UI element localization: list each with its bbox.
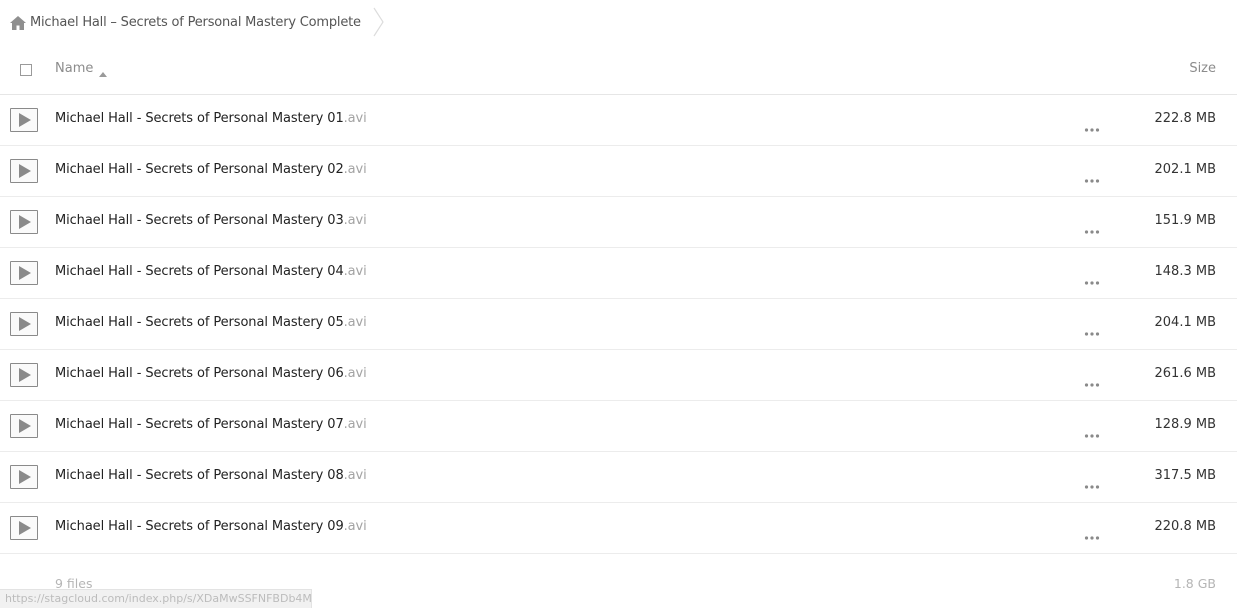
more-actions-icon[interactable] — [1084, 373, 1100, 387]
file-name[interactable]: Michael Hall - Secrets of Personal Maste… — [55, 315, 367, 330]
video-play-icon[interactable] — [10, 516, 38, 540]
file-name[interactable]: Michael Hall - Secrets of Personal Maste… — [55, 519, 367, 534]
file-extension[interactable]: .avi — [344, 519, 367, 534]
file-row[interactable]: Michael Hall - Secrets of Personal Maste… — [0, 503, 1237, 554]
file-row[interactable]: Michael Hall - Secrets of Personal Maste… — [0, 452, 1237, 503]
file-size: 261.6 MB — [1154, 366, 1216, 381]
file-name-base[interactable]: Michael Hall - Secrets of Personal Maste… — [55, 315, 344, 330]
breadcrumb-separator-icon — [373, 6, 385, 38]
file-name-base[interactable]: Michael Hall - Secrets of Personal Maste… — [55, 264, 344, 279]
file-name[interactable]: Michael Hall - Secrets of Personal Maste… — [55, 213, 367, 228]
file-row[interactable]: Michael Hall - Secrets of Personal Maste… — [0, 299, 1237, 350]
file-extension[interactable]: .avi — [344, 162, 367, 177]
more-actions-icon[interactable] — [1084, 322, 1100, 336]
more-actions-icon[interactable] — [1084, 475, 1100, 489]
file-extension[interactable]: .avi — [344, 366, 367, 381]
breadcrumb: Michael Hall – Secrets of Personal Maste… — [0, 0, 1237, 44]
file-name[interactable]: Michael Hall - Secrets of Personal Maste… — [55, 111, 367, 126]
video-play-icon[interactable] — [10, 465, 38, 489]
home-icon[interactable] — [10, 15, 26, 30]
video-play-icon[interactable] — [10, 414, 38, 438]
file-row[interactable]: Michael Hall - Secrets of Personal Maste… — [0, 248, 1237, 299]
file-row[interactable]: Michael Hall - Secrets of Personal Maste… — [0, 197, 1237, 248]
video-play-icon[interactable] — [10, 261, 38, 285]
file-size: 317.5 MB — [1154, 468, 1216, 483]
file-list: Michael Hall - Secrets of Personal Maste… — [0, 95, 1237, 554]
breadcrumb-folder[interactable]: Michael Hall – Secrets of Personal Maste… — [0, 0, 361, 44]
select-all-checkbox[interactable] — [20, 64, 32, 76]
file-extension[interactable]: .avi — [344, 468, 367, 483]
file-name-base[interactable]: Michael Hall - Secrets of Personal Maste… — [55, 366, 344, 381]
status-bar-url: https://stagcloud.com/index.php/s/XDaMwS… — [0, 589, 312, 608]
file-share-page: Michael Hall – Secrets of Personal Maste… — [0, 0, 1237, 608]
file-size: 202.1 MB — [1154, 162, 1216, 177]
file-size: 148.3 MB — [1154, 264, 1216, 279]
file-extension[interactable]: .avi — [344, 315, 367, 330]
file-extension[interactable]: .avi — [344, 417, 367, 432]
file-extension[interactable]: .avi — [344, 213, 367, 228]
more-actions-icon[interactable] — [1084, 118, 1100, 132]
file-size: 128.9 MB — [1154, 417, 1216, 432]
file-size: 204.1 MB — [1154, 315, 1216, 330]
more-actions-icon[interactable] — [1084, 169, 1100, 183]
file-name[interactable]: Michael Hall - Secrets of Personal Maste… — [55, 264, 367, 279]
file-size: 222.8 MB — [1154, 111, 1216, 126]
file-name-base[interactable]: Michael Hall - Secrets of Personal Maste… — [55, 111, 344, 126]
file-name[interactable]: Michael Hall - Secrets of Personal Maste… — [55, 366, 367, 381]
summary-total-size: 1.8 GB — [1173, 576, 1216, 591]
column-header-name[interactable]: Name — [55, 61, 108, 77]
column-header-size[interactable]: Size — [1189, 61, 1216, 76]
more-actions-icon[interactable] — [1084, 220, 1100, 234]
video-play-icon[interactable] — [10, 108, 38, 132]
more-actions-icon[interactable] — [1084, 271, 1100, 285]
file-row[interactable]: Michael Hall - Secrets of Personal Maste… — [0, 401, 1237, 452]
file-name-base[interactable]: Michael Hall - Secrets of Personal Maste… — [55, 213, 344, 228]
file-name[interactable]: Michael Hall - Secrets of Personal Maste… — [55, 162, 367, 177]
more-actions-icon[interactable] — [1084, 424, 1100, 438]
file-name-base[interactable]: Michael Hall - Secrets of Personal Maste… — [55, 519, 344, 534]
file-name[interactable]: Michael Hall - Secrets of Personal Maste… — [55, 417, 367, 432]
file-size: 220.8 MB — [1154, 519, 1216, 534]
file-name-base[interactable]: Michael Hall - Secrets of Personal Maste… — [55, 468, 344, 483]
file-name-base[interactable]: Michael Hall - Secrets of Personal Maste… — [55, 417, 344, 432]
video-play-icon[interactable] — [10, 363, 38, 387]
video-play-icon[interactable] — [10, 312, 38, 336]
file-row[interactable]: Michael Hall - Secrets of Personal Maste… — [0, 146, 1237, 197]
file-size: 151.9 MB — [1154, 213, 1216, 228]
sort-ascending-icon[interactable] — [99, 66, 108, 77]
file-row[interactable]: Michael Hall - Secrets of Personal Maste… — [0, 350, 1237, 401]
more-actions-icon[interactable] — [1084, 526, 1100, 540]
file-name[interactable]: Michael Hall - Secrets of Personal Maste… — [55, 468, 367, 483]
file-row[interactable]: Michael Hall - Secrets of Personal Maste… — [0, 95, 1237, 146]
file-extension[interactable]: .avi — [344, 111, 367, 126]
video-play-icon[interactable] — [10, 159, 38, 183]
video-play-icon[interactable] — [10, 210, 38, 234]
breadcrumb-label[interactable]: Michael Hall – Secrets of Personal Maste… — [30, 15, 361, 30]
file-extension[interactable]: .avi — [344, 264, 367, 279]
column-header-name-label[interactable]: Name — [55, 61, 93, 76]
file-list-header: Name Size — [0, 44, 1237, 95]
file-name-base[interactable]: Michael Hall - Secrets of Personal Maste… — [55, 162, 344, 177]
